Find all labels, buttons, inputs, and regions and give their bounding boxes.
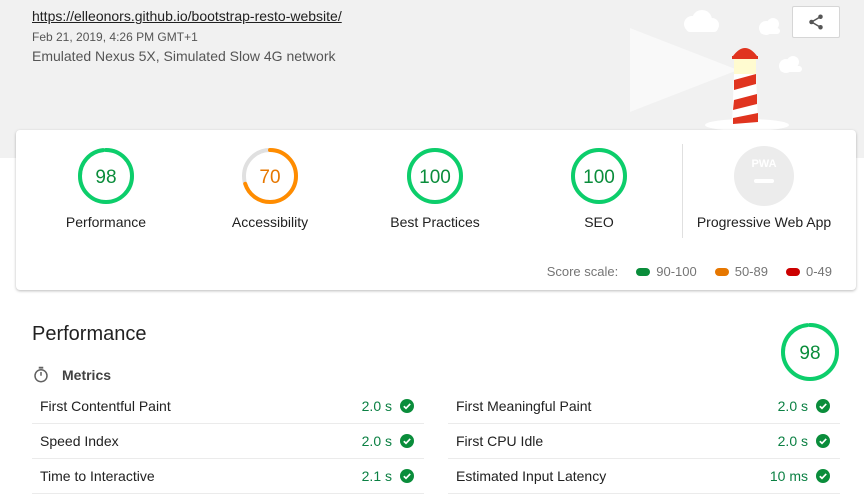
scale-range-fail: 0-49 [785,264,832,279]
gauge-pwa[interactable]: PWA Progressive Web App [689,146,839,230]
pass-dot-icon [636,267,651,276]
divider [32,493,424,494]
gauge-seo[interactable]: 100 SEO [524,146,674,230]
gauge-label: Progressive Web App [696,214,832,230]
pass-check-icon [400,398,414,413]
metrics-header: Metrics [32,366,111,384]
gauge-accessibility[interactable]: 70 Accessibility [195,146,345,230]
metric-row: First CPU Idle 2.0 s [448,423,840,458]
gauge-label: Performance [65,214,147,230]
metric-value: 2.0 s [361,397,392,414]
metric-row: Time to Interactive 2.1 s [32,458,424,493]
tested-url-link[interactable]: https://elleonors.github.io/bootstrap-re… [32,8,342,24]
score-gauge: 98 [781,323,839,381]
pass-check-icon [816,469,830,483]
pwa-badge-icon: PWA [734,146,794,206]
stopwatch-icon [34,366,48,383]
metric-name: First Meaningful Paint [456,397,592,414]
scale-range-pass: 90-100 [636,264,697,279]
section-title: Performance [32,323,147,345]
fetch-time: Feb 21, 2019, 4:26 PM GMT+1 [32,30,198,44]
scale-range-label: 50-89 [734,264,768,279]
scale-range-average: 50-89 [714,264,768,279]
scale-range-label: 0-49 [805,264,832,279]
metric-row: Estimated Input Latency 10 ms [448,458,840,493]
pass-check-icon [816,398,830,413]
metric-row: Speed Index 2.0 s [32,423,424,458]
gauge-score: 70 [259,167,280,188]
metric-value: 2.1 s [361,468,392,484]
fail-dot-icon [785,267,800,276]
metric-value: 2.0 s [777,397,808,414]
score-gauge: 70 [242,148,298,204]
gauge-label: Accessibility [231,214,309,230]
metric-value: 2.0 s [777,433,808,449]
performance-gauge[interactable]: 98 [780,322,840,387]
gauge-score: 98 [95,167,116,188]
score-gauge: 100 [571,148,627,204]
score-scale: Score scale: 90-100 50-89 0-49 [547,264,832,279]
score-scale-label: Score scale: [546,264,619,279]
environment-info: Emulated Nexus 5X, Simulated Slow 4G net… [32,48,336,64]
metric-name: First Contentful Paint [40,397,171,414]
metrics-label: Metrics [62,367,112,383]
gauge-label: Best Practices [390,214,480,230]
divider [682,144,683,238]
score-gauge: 98 [78,148,134,204]
metric-row: First Contentful Paint 2.0 s [32,388,424,423]
gauge-score: 98 [799,343,820,364]
pass-check-icon [400,434,414,448]
scores-summary-card: 98 Performance 70 Accessibility 100 Best… [16,130,856,290]
metric-name: First CPU Idle [456,433,544,449]
metric-value: 2.0 s [361,433,392,449]
metric-value: 10 ms [769,468,808,484]
gauge-label: SEO [584,214,614,230]
pwa-badge-text: PWA [751,158,776,170]
metric-name: Time to Interactive [40,468,155,484]
metric-name: Speed Index [40,433,119,449]
pass-check-icon [400,469,414,483]
gauge-score: 100 [419,167,451,188]
gauge-best-practices[interactable]: 100 Best Practices [360,146,510,230]
score-gauge: 100 [407,148,463,204]
average-dot-icon [714,267,729,276]
pass-check-icon [816,434,830,448]
scale-range-label: 90-100 [656,264,697,279]
gauge-score: 100 [583,167,615,188]
metric-row: First Meaningful Paint 2.0 s [448,388,840,423]
metric-name: Estimated Input Latency [456,468,607,484]
gauge-performance[interactable]: 98 Performance [31,146,181,230]
divider [448,493,840,494]
